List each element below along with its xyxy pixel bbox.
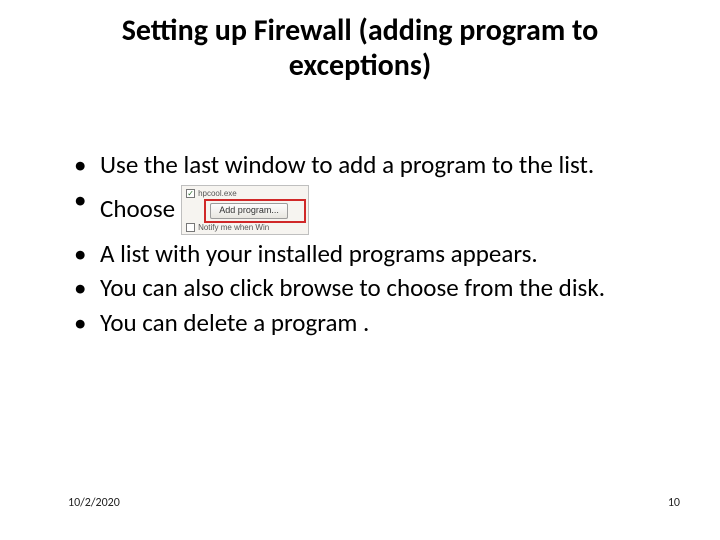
bullet-text: You can delete a program . — [100, 307, 369, 338]
bullet-item: A list with your installed programs appe… — [68, 239, 670, 270]
page-number: 10 — [668, 496, 680, 510]
bullet-item: Choose ✓ hpcool.exe Add program... Notif — [68, 185, 670, 235]
firewall-dialog-snippet: ✓ hpcool.exe Add program... Notify me wh… — [181, 185, 309, 235]
notify-row: Notify me when Win — [186, 222, 304, 234]
footer-date: 10/2/2020 — [68, 496, 120, 510]
bullet-text: Use the last window to add a program to … — [100, 149, 594, 180]
notify-label: Notify me when Win — [198, 223, 269, 233]
title-line-1: Setting up Firewall (adding program to — [122, 12, 599, 49]
slide: Setting up Firewall (adding program to e… — [0, 0, 720, 540]
checkbox-icon — [186, 223, 195, 232]
slide-body: Use the last window to add a program to … — [68, 150, 670, 342]
program-name-label: hpcool.exe — [198, 189, 237, 199]
bullet-text: You can also click browse to choose from… — [100, 272, 605, 303]
bullet-text: Choose — [100, 194, 175, 225]
title-line-2: exceptions) — [289, 47, 431, 84]
slide-title: Setting up Firewall (adding program to e… — [50, 14, 670, 83]
bullet-item: Use the last window to add a program to … — [68, 150, 670, 181]
bullet-item: You can delete a program . — [68, 308, 670, 339]
bullet-item: You can also click browse to choose from… — [68, 273, 670, 304]
red-highlight-box — [204, 199, 306, 223]
bullet-list: Use the last window to add a program to … — [68, 150, 670, 338]
checkbox-icon: ✓ — [186, 189, 195, 198]
bullet-text: A list with your installed programs appe… — [100, 238, 538, 269]
